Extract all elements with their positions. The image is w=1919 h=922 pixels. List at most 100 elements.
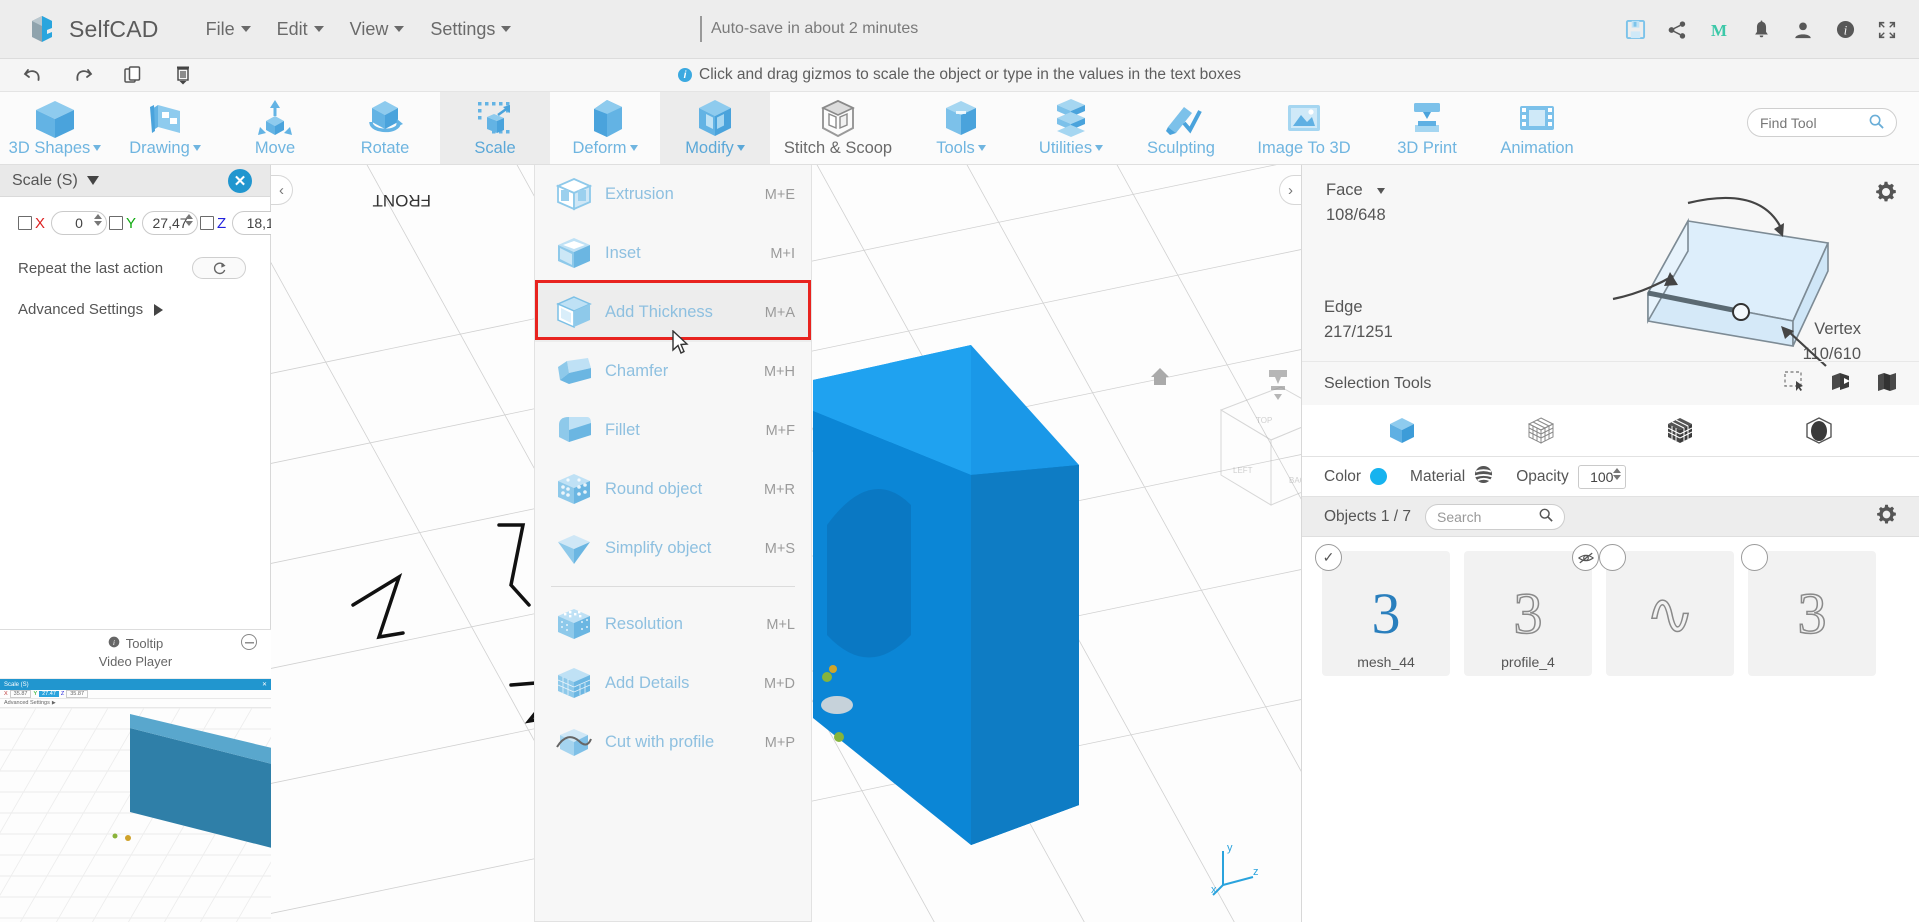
tool-3d-shapes[interactable]: 3D Shapes (0, 92, 110, 164)
close-icon[interactable]: ✕ (228, 169, 252, 193)
tool-tools[interactable]: Tools (906, 92, 1016, 164)
menu-item-resolution[interactable]: Resolution M+L (535, 595, 811, 654)
main-menu: File Edit View Settings (193, 13, 525, 46)
tool-scale-label: Scale (474, 139, 516, 157)
menu-item-extrusion[interactable]: Extrusion M+E (535, 165, 811, 224)
utilities-icon (1048, 98, 1094, 140)
menu-file-label: File (205, 18, 235, 39)
chevron-down-icon (629, 145, 638, 152)
search-icon (1539, 508, 1553, 525)
animation-icon (1514, 98, 1560, 140)
menu-item-fillet[interactable]: Fillet M+F (535, 401, 811, 460)
video-panel-title: Scale (S) (4, 681, 29, 688)
collapse-right-panel-button[interactable]: › (1279, 175, 1301, 205)
menu-item-add-details[interactable]: Add Details M+D (535, 654, 811, 713)
selection-tools-label: Selection Tools (1324, 374, 1432, 392)
info-icon[interactable]: i (1827, 12, 1863, 48)
share-icon[interactable] (1659, 12, 1695, 48)
tooltip-video-player[interactable]: Scale (S) ✕ X 35.87 Y 27.47 Z 35.87 Advance… (0, 678, 271, 922)
opacity-stepper[interactable] (1612, 467, 1621, 480)
viewport-printer-icon (1269, 370, 1287, 400)
axis-y-input[interactable]: 27,47 (142, 211, 199, 235)
action-row: i Click and drag gizmos to scale the obj… (0, 59, 1919, 92)
minimize-icon[interactable] (241, 634, 257, 650)
menu-item-inset[interactable]: Inset M+I (535, 224, 811, 283)
tool-deform[interactable]: Deform (550, 92, 660, 164)
opacity-input[interactable]: 100 (1577, 464, 1626, 489)
chevron-down-icon[interactable] (86, 176, 99, 185)
menu-settings[interactable]: Settings (417, 13, 524, 46)
smooth-shading-mode-icon[interactable] (1795, 416, 1843, 446)
user-account-icon[interactable] (1785, 12, 1821, 48)
gear-icon[interactable] (1875, 181, 1897, 208)
shaded-wireframe-mode-icon[interactable] (1656, 416, 1704, 446)
fullscreen-icon[interactable] (1869, 12, 1905, 48)
tool-sculpting-label: Sculpting (1147, 139, 1215, 157)
video-advanced-row: Advanced Settings ▶ (0, 699, 271, 708)
image-to-3d-icon (1281, 98, 1327, 140)
objects-settings-gear-icon[interactable] (1876, 504, 1897, 530)
menu-item-cut-with-profile[interactable]: Cut with profile M+P (535, 713, 811, 772)
object-card-3[interactable]: ✓ ∿ (1599, 544, 1734, 676)
tool-utilities[interactable]: Utilities (1016, 92, 1126, 164)
selection-diagram (1612, 196, 1830, 367)
menu-item-round-object[interactable]: Round object M+R (535, 460, 811, 519)
rectangle-select-icon[interactable] (1784, 370, 1806, 397)
select-through-icon[interactable] (1830, 371, 1852, 397)
tool-image-to-3d[interactable]: Image To 3D (1236, 92, 1372, 164)
axis-y-stepper[interactable] (185, 214, 194, 226)
axis-x-input[interactable]: 0 (51, 211, 108, 235)
app-logo[interactable]: SelfCAD (28, 12, 159, 46)
brand-name: SelfCAD (69, 15, 159, 42)
menu-edit[interactable]: Edit (264, 13, 337, 46)
axis-gizmo[interactable]: y z x (1211, 841, 1261, 902)
tool-scale[interactable]: Scale (440, 92, 550, 164)
monogram-icon[interactable]: M (1701, 12, 1737, 48)
menu-item-extrusion-shortcut: M+E (764, 186, 795, 203)
object-thumbnail: 3 (1371, 581, 1401, 646)
material-icon[interactable] (1474, 465, 1493, 489)
axis-y-checkbox[interactable] (109, 216, 124, 230)
tool-modify[interactable]: Modify (660, 92, 770, 164)
object-card-profile-4[interactable]: 3 profile_4 (1464, 544, 1599, 676)
tool-rotate[interactable]: Rotate (330, 92, 440, 164)
shaded-mode-icon[interactable] (1378, 416, 1426, 446)
object-name: profile_4 (1501, 654, 1555, 670)
menu-item-simplify-object[interactable]: Simplify object M+S (535, 519, 811, 578)
tool-3d-print[interactable]: 3D Print (1372, 92, 1482, 164)
object-selected-checkbox[interactable]: ✓ (1599, 544, 1626, 571)
object-selected-checkbox[interactable]: ✓ (1315, 544, 1342, 571)
tool-animation[interactable]: Animation (1482, 92, 1592, 164)
object-visibility-toggle[interactable] (1572, 544, 1599, 571)
find-tool-input[interactable]: Find Tool (1747, 108, 1897, 137)
menu-item-chamfer-label: Chamfer (605, 362, 669, 380)
color-swatch[interactable] (1370, 468, 1388, 485)
axis-x-stepper[interactable] (94, 214, 103, 226)
mouse-cursor-icon (672, 329, 690, 361)
selection-mode-dropdown[interactable]: Face (1326, 181, 1386, 200)
object-selected-checkbox[interactable]: ✓ (1741, 544, 1768, 571)
object-card-4[interactable]: ✓ 3 (1741, 544, 1876, 676)
face-selection-block: Face 108/648 (1326, 181, 1386, 225)
tool-move[interactable]: Move (220, 92, 330, 164)
objects-search-input[interactable]: Search (1425, 503, 1566, 530)
tool-sculpting[interactable]: Sculpting (1126, 92, 1236, 164)
color-label: Color (1324, 467, 1362, 485)
select-similar-icon[interactable] (1876, 371, 1898, 397)
advanced-settings-row[interactable]: Advanced Settings (0, 279, 270, 318)
wireframe-mode-icon[interactable] (1517, 416, 1565, 446)
menu-view[interactable]: View (337, 13, 418, 46)
video-canvas (0, 708, 271, 922)
axis-x-checkbox[interactable] (18, 216, 32, 230)
notifications-bell-icon[interactable] (1743, 12, 1779, 48)
object-thumbnail: 3 (1513, 580, 1544, 647)
object-card-mesh-44[interactable]: ✓ 3 mesh_44 (1315, 544, 1450, 676)
menu-file[interactable]: File (193, 13, 264, 46)
chevron-down-icon (240, 26, 251, 32)
save-icon[interactable] (1617, 12, 1653, 48)
scale-axis-row: X 0 Y 27,47 Z 18,1 (0, 197, 289, 235)
axis-z-checkbox[interactable] (200, 216, 215, 230)
repeat-last-action-button[interactable] (192, 257, 246, 279)
tool-drawing[interactable]: Drawing (110, 92, 220, 164)
tool-stitch-and-scoop[interactable]: Stitch & Scoop (770, 92, 906, 164)
